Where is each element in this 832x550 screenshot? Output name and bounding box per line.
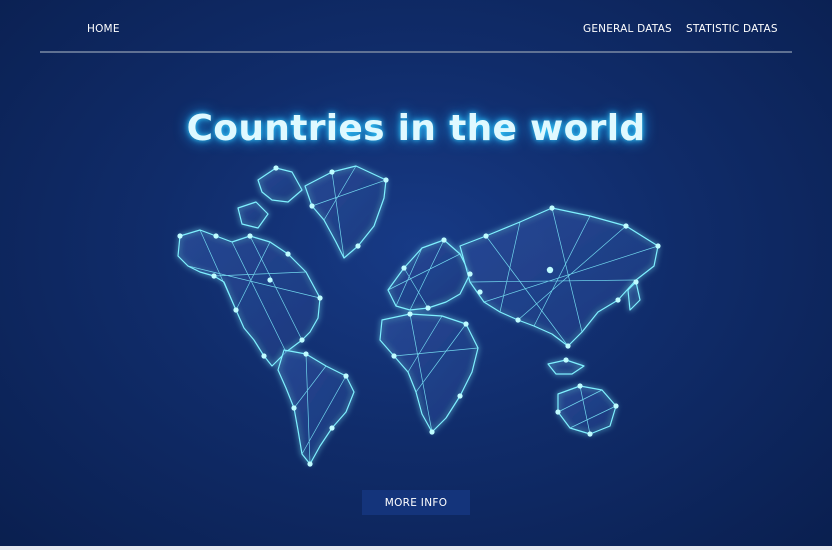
north-america-shape	[177, 229, 321, 367]
nav-home-link[interactable]: HOME	[87, 23, 120, 35]
top-navigation: HOME GENERAL DATAS STATISTIC DATAS	[0, 0, 832, 52]
greenland-shape	[304, 165, 387, 259]
more-info-button[interactable]: MORE INFO	[362, 490, 470, 515]
nav-divider	[40, 51, 792, 53]
world-map-network-icon	[177, 165, 661, 467]
nav-statistic-datas-link[interactable]: STATISTIC DATAS	[686, 23, 778, 35]
south-america-shape	[277, 349, 355, 465]
europe-shape	[387, 239, 471, 311]
page-title: Countries in the world	[186, 108, 646, 150]
bottom-edge	[0, 546, 832, 550]
page: HOME GENERAL DATAS STATISTIC DATAS Count…	[0, 0, 832, 550]
nav-general-datas-link[interactable]: GENERAL DATAS	[583, 23, 672, 35]
arctic-islands-shape	[257, 167, 303, 203]
